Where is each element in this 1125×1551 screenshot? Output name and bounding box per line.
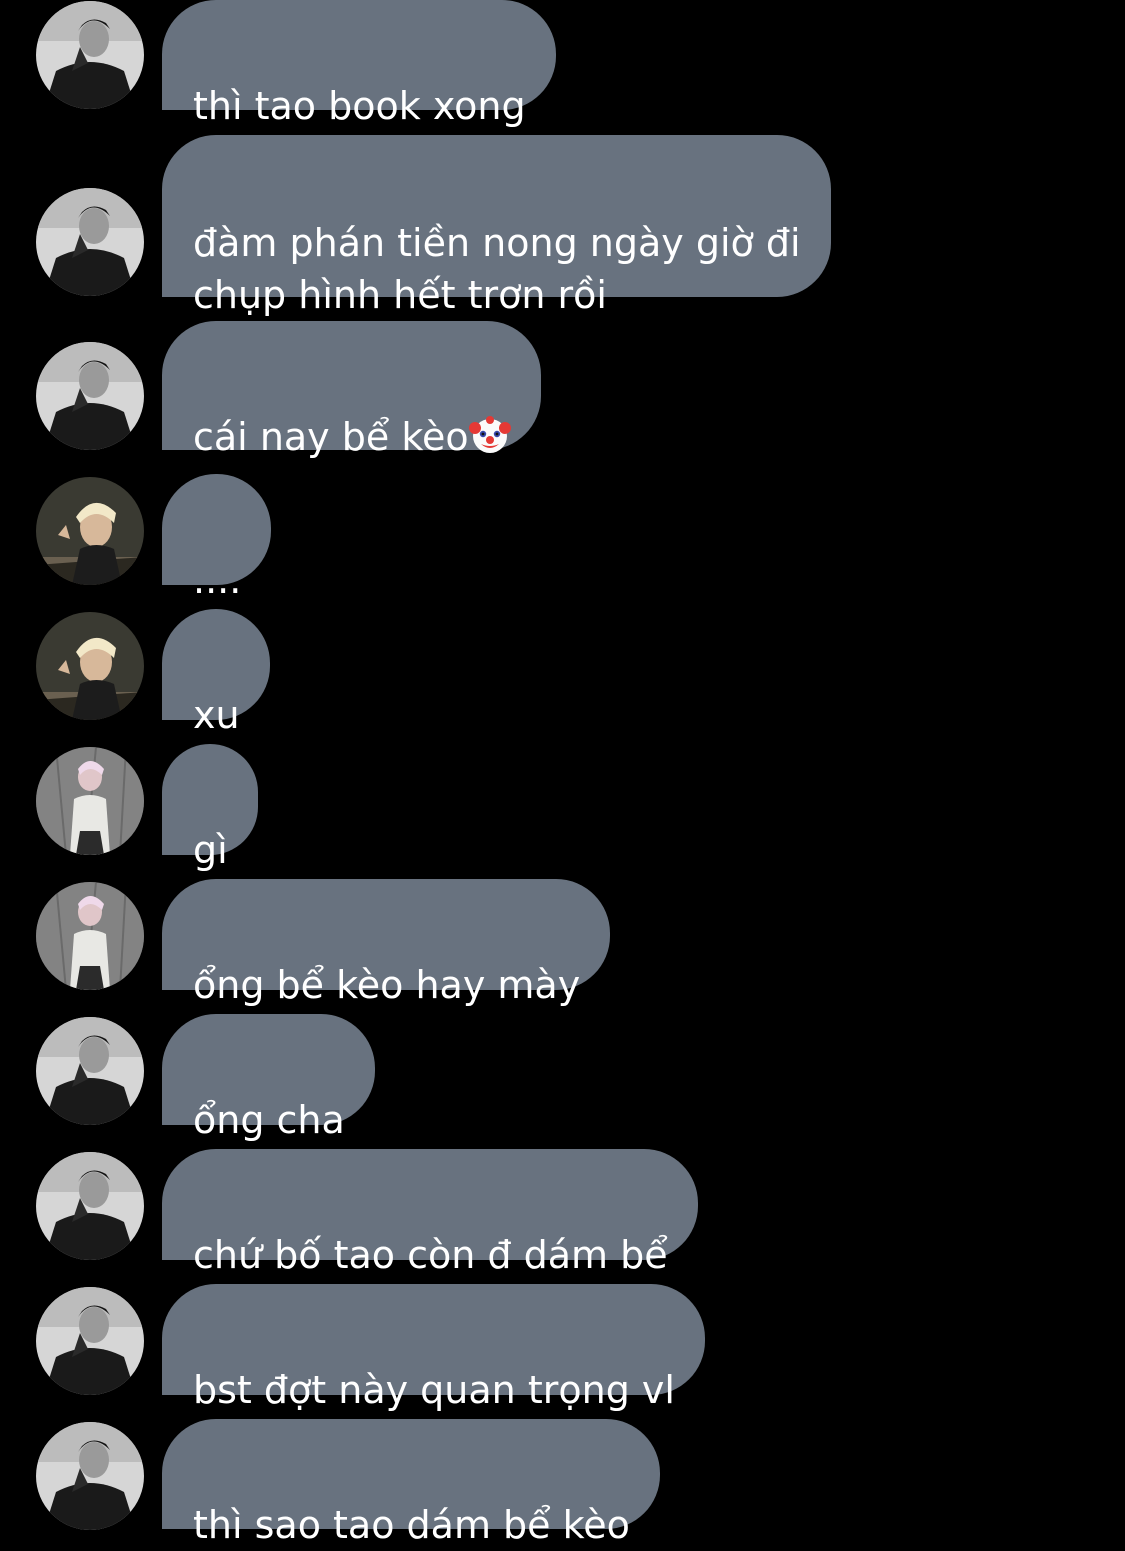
pink-hair-avatar-icon [36, 882, 144, 990]
chat-thread: thì tao book xong đàm phán tiền nong ngà… [0, 0, 1125, 1547]
message-text: gì [193, 828, 228, 872]
dark-monochrome-avatar-icon [36, 1, 144, 109]
avatar[interactable] [36, 747, 144, 855]
message-bubble[interactable]: đàm phán tiền nong ngày giờ đi chụp hình… [162, 135, 831, 317]
message-text: ổng cha [193, 1098, 345, 1142]
message-bubble[interactable]: chứ bố tao còn đ dám bể [162, 1149, 698, 1277]
message-text: thì tao book xong [193, 84, 526, 128]
message-bubble[interactable]: cái nay bể kèo [162, 321, 541, 459]
avatar[interactable] [36, 477, 144, 585]
message-bubble[interactable]: xu [162, 609, 270, 737]
blond-hair-avatar-icon [36, 612, 144, 720]
message-bubble[interactable]: ổng bể kèo hay mày [162, 879, 611, 1007]
message-text: đàm phán tiền nong ngày giờ đi chụp hình… [193, 221, 801, 317]
avatar[interactable] [36, 882, 144, 990]
clown-face-icon [468, 414, 511, 456]
message-bubble[interactable]: .... [162, 474, 272, 602]
avatar[interactable] [36, 342, 144, 450]
message-text: ổng bể kèo hay mày [193, 963, 581, 1007]
dark-monochrome-avatar-icon [36, 342, 144, 450]
message-text: cái nay bể kèo [193, 415, 469, 459]
avatar[interactable] [36, 188, 144, 296]
message-text: bst đợt này quan trọng vl [193, 1368, 675, 1412]
dark-monochrome-avatar-icon [36, 1017, 144, 1125]
blond-hair-avatar-icon [36, 477, 144, 585]
dark-monochrome-avatar-icon [36, 188, 144, 296]
message-text: xu [193, 693, 240, 737]
pink-hair-avatar-icon [36, 747, 144, 855]
message-text: thì sao tao dám bể kèo [193, 1503, 630, 1547]
dark-monochrome-avatar-icon [36, 1287, 144, 1395]
avatar[interactable] [36, 1287, 144, 1395]
avatar[interactable] [36, 1152, 144, 1260]
message-bubble[interactable]: thì tao book xong [162, 0, 556, 128]
message-bubble[interactable]: ổng cha [162, 1014, 375, 1142]
message-text: .... [193, 558, 242, 602]
avatar[interactable] [36, 1422, 144, 1530]
dark-monochrome-avatar-icon [36, 1422, 144, 1530]
dark-monochrome-avatar-icon [36, 1152, 144, 1260]
avatar[interactable] [36, 1, 144, 109]
message-bubble[interactable]: bst đợt này quan trọng vl [162, 1284, 705, 1412]
avatar[interactable] [36, 612, 144, 720]
message-bubble[interactable]: gì [162, 744, 258, 872]
avatar[interactable] [36, 1017, 144, 1125]
message-text: chứ bố tao còn đ dám bể [193, 1233, 668, 1277]
message-bubble[interactable]: thì sao tao dám bể kèo [162, 1419, 660, 1547]
